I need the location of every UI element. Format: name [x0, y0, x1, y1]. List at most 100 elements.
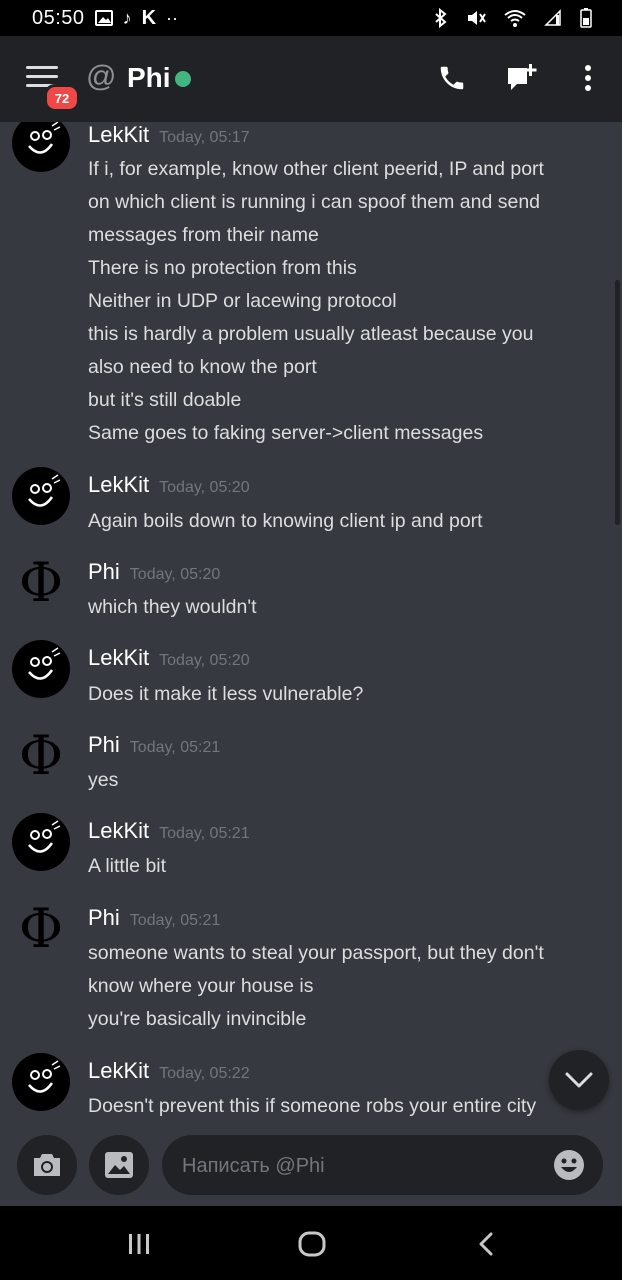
wifi-icon [504, 9, 526, 27]
status-bar: 05:50 ♪ K ·· [0, 0, 622, 36]
back-button[interactable] [466, 1228, 506, 1260]
online-status-dot [175, 71, 191, 87]
author-name[interactable]: LekKit [88, 818, 149, 843]
message-line: also need to know the port [88, 356, 317, 378]
author-name[interactable]: LekKit [88, 472, 149, 497]
message-line: which they wouldn't [88, 596, 257, 618]
message-line: Does it make it less vulnerable? [88, 683, 364, 705]
message-line: know where your house is [88, 975, 314, 997]
timestamp: Today, 05:17 [159, 129, 250, 146]
message-line: but it's still doable [88, 389, 242, 411]
recents-icon [129, 1234, 149, 1254]
k-icon: K [141, 6, 157, 29]
author-name[interactable]: Phi [88, 559, 120, 584]
emoji-button[interactable] [553, 1149, 585, 1181]
timestamp: Today, 05:22 [159, 1065, 250, 1082]
avatar-lekkit[interactable] [12, 813, 70, 871]
smiley-avatar-icon [28, 820, 61, 853]
timestamp: Today, 05:21 [129, 739, 221, 756]
smiley-avatar-icon [28, 122, 61, 154]
message-line: yes [88, 769, 119, 791]
image-icon [105, 1152, 133, 1178]
timestamp: Today, 05:21 [129, 912, 221, 929]
message-header: Phi Today, 05:20 [88, 559, 220, 585]
chat-header: 72 @ Phi [0, 36, 622, 122]
android-nav-bar [0, 1206, 622, 1280]
at-icon: @ [86, 60, 117, 93]
message-header: LekKit Today, 05:22 [88, 1058, 250, 1084]
author-name[interactable]: Phi [88, 732, 120, 757]
message-header: Phi Today, 05:21 [88, 905, 220, 931]
author-name[interactable]: Phi [88, 905, 120, 930]
avatar-lekkit[interactable] [12, 640, 70, 698]
phi-avatar-icon: Φ [18, 724, 64, 787]
signal-icon [544, 9, 562, 27]
status-time: 05:50 [32, 6, 85, 29]
avatar-phi[interactable]: Φ [12, 554, 70, 612]
add-chat-icon [508, 64, 537, 90]
smiley-avatar-icon [28, 474, 61, 507]
message-header: LekKit Today, 05:20 [88, 645, 250, 671]
new-group-dm-button[interactable] [502, 58, 542, 98]
gallery-icon [94, 10, 113, 26]
message-input-wrapper [162, 1135, 603, 1197]
message-line: someone wants to steal your passport, bu… [88, 942, 544, 964]
message-line: Same goes to faking server->client messa… [88, 422, 484, 444]
home-button[interactable] [292, 1228, 332, 1260]
battery-icon [580, 8, 592, 28]
message-line: A little bit [88, 855, 167, 877]
message-line: Doesn't prevent this if someone robs you… [88, 1095, 537, 1117]
home-icon [298, 1231, 326, 1257]
mute-icon [466, 9, 486, 27]
camera-icon [34, 1154, 60, 1176]
avatar-lekkit[interactable] [12, 467, 70, 525]
message-header: LekKit Today, 05:21 [88, 818, 250, 844]
recent-apps-button[interactable] [119, 1228, 159, 1260]
message-composer [0, 1132, 622, 1206]
chevron-down-icon [565, 1072, 593, 1088]
message-line: If i, for example, know other client pee… [88, 158, 544, 180]
notification-badge: 72 [44, 84, 80, 112]
back-icon [479, 1232, 493, 1256]
message-line: There is no protection from this [88, 257, 357, 279]
message-header: LekKit Today, 05:20 [88, 472, 250, 498]
phi-avatar-icon: Φ [18, 897, 64, 960]
message-line: this is hardly a problem usually atleast… [88, 323, 534, 345]
avatar-phi[interactable]: Φ [12, 900, 70, 958]
avatar-lekkit[interactable] [12, 122, 70, 172]
camera-button[interactable] [17, 1135, 77, 1195]
message-header: Phi Today, 05:21 [88, 732, 220, 758]
phi-avatar-icon: Φ [18, 551, 64, 614]
more-options-button[interactable] [568, 58, 608, 98]
message-line: you're basically invincible [88, 1008, 307, 1030]
author-name[interactable]: LekKit [88, 122, 149, 147]
bluetooth-icon [434, 8, 448, 28]
gallery-button[interactable] [89, 1135, 149, 1195]
jump-to-present-button[interactable] [549, 1050, 609, 1110]
avatar-phi[interactable]: Φ [12, 727, 70, 785]
message-list[interactable]: LekKit Today, 05:17 If i, for example, kn… [0, 122, 622, 1132]
message-input[interactable] [180, 1135, 544, 1197]
call-button[interactable] [432, 58, 472, 98]
message-line: Neither in UDP or lacewing protocol [88, 290, 397, 312]
author-name[interactable]: LekKit [88, 645, 149, 670]
timestamp: Today, 05:20 [129, 566, 221, 583]
timestamp: Today, 05:21 [159, 825, 250, 842]
scrollbar[interactable] [615, 280, 620, 525]
author-name[interactable]: LekKit [88, 1058, 149, 1083]
phone-icon [440, 66, 464, 90]
message-header: LekKit Today, 05:17 [88, 122, 250, 148]
timestamp: Today, 05:20 [159, 479, 250, 496]
tiktok-icon: ♪ [122, 7, 132, 28]
avatar-lekkit[interactable] [12, 1053, 70, 1111]
timestamp: Today, 05:20 [159, 652, 250, 669]
message-line: on which client is running i can spoof t… [88, 191, 541, 213]
smiley-avatar-icon [28, 647, 61, 680]
message-line: Again boils down to knowing client ip an… [88, 510, 483, 532]
message-line: messages from their name [88, 224, 319, 246]
smiley-avatar-icon [28, 1060, 61, 1093]
channel-name: Phi [127, 62, 171, 93]
more-dots-icon: ·· [166, 7, 179, 28]
kebab-menu-icon [585, 65, 591, 91]
emoji-icon [554, 1150, 584, 1180]
